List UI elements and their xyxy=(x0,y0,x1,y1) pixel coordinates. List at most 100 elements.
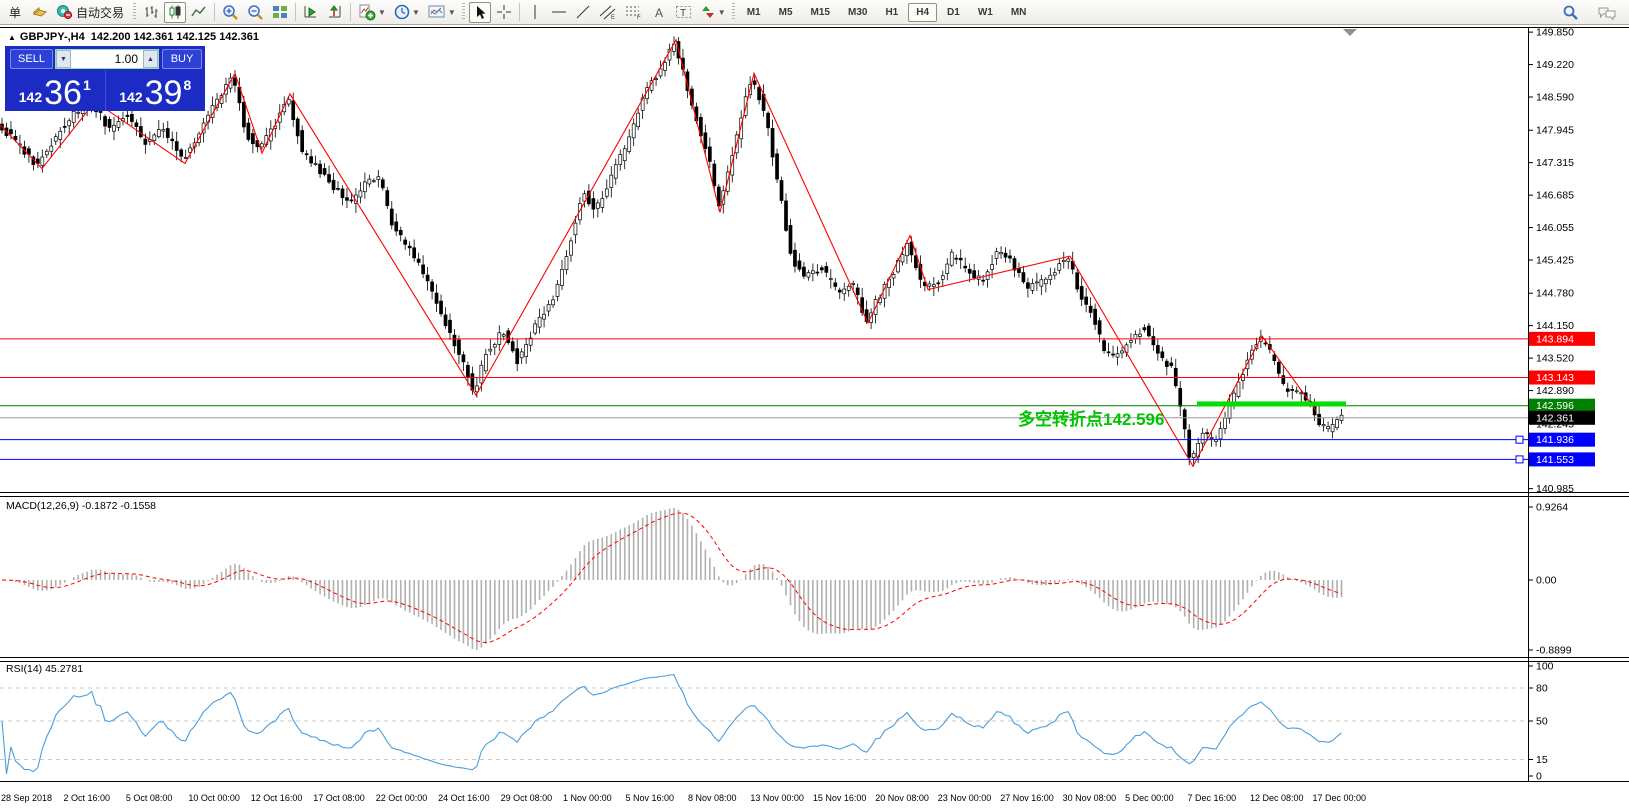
price-axis-label: 147.315 xyxy=(1536,157,1574,169)
time-axis-label: 8 Nov 08:00 xyxy=(687,793,737,803)
line-chart-button[interactable] xyxy=(188,2,210,23)
rsi-line xyxy=(1,674,1342,774)
macd-axis-label: 0.00 xyxy=(1536,575,1557,587)
zoom-out-button[interactable] xyxy=(244,2,267,23)
horizontal-line-button[interactable] xyxy=(548,2,570,23)
toolbar-grip xyxy=(461,3,465,21)
chart-shift-button[interactable] xyxy=(324,2,346,23)
price-axis-label: 148.590 xyxy=(1536,92,1574,104)
main-toolbar: 单 自动交易 ▼ ▼ ▼ E F A T ▼ M1 M5 M15 M30 H1 … xyxy=(0,0,1629,25)
price-badge-text: 143.894 xyxy=(1536,333,1574,345)
volume-input[interactable]: 1.00 xyxy=(71,50,143,68)
time-axis-label: 17 Oct 08:00 xyxy=(313,793,365,803)
svg-text:E: E xyxy=(611,15,615,20)
autotrading-label: 自动交易 xyxy=(76,5,125,20)
vertical-line-button[interactable] xyxy=(524,2,546,23)
time-axis-label: 13 Nov 00:00 xyxy=(750,793,804,803)
indicators-caret-icon: ▼ xyxy=(378,7,386,17)
trade-panel-prices: 142 36 1 142 39 8 xyxy=(5,70,205,111)
level-handle-141.553[interactable] xyxy=(1515,455,1524,464)
buy-button[interactable]: BUY xyxy=(162,49,202,69)
sell-price[interactable]: 142 36 1 xyxy=(5,70,106,111)
time-axis-label: 2 Oct 16:00 xyxy=(63,793,110,803)
sell-button[interactable]: SELL xyxy=(10,49,53,69)
time-axis-label: 10 Oct 00:00 xyxy=(188,793,240,803)
rsi-axis-label: 15 xyxy=(1536,754,1548,766)
macd-indicator-label: MACD(12,26,9) -0.1872 -0.1558 xyxy=(6,500,156,512)
candlestick-chart-button[interactable] xyxy=(164,1,187,23)
chart-shift-marker-icon[interactable] xyxy=(1343,29,1357,36)
rsi-axis-label: 50 xyxy=(1536,716,1548,728)
timeframe-w1-button[interactable]: W1 xyxy=(970,3,1001,22)
crosshair-button[interactable] xyxy=(493,2,515,23)
volume-increase-button[interactable]: ▲ xyxy=(143,50,158,68)
volume-decrease-button[interactable]: ▼ xyxy=(56,50,71,68)
cursor-button[interactable] xyxy=(468,1,491,23)
sell-price-big: 36 xyxy=(44,73,82,112)
fibonacci-button[interactable]: F xyxy=(622,2,646,23)
search-icon[interactable] xyxy=(1559,2,1582,23)
thick-green-trend-segment[interactable] xyxy=(1197,401,1346,407)
text-button[interactable]: A xyxy=(648,2,670,23)
price-axis[interactable]: 149.850 149.220 148.590 147.945 147.315 146.6… xyxy=(1528,27,1574,496)
chart-title-bar[interactable]: ▲ GBPJPY-,H4 142.200 142.361 142.125 142.3… xyxy=(8,31,259,43)
templates-button[interactable]: ▼ xyxy=(425,2,459,23)
toolbar-grip xyxy=(133,3,137,21)
timeframe-mn-button[interactable]: MN xyxy=(1003,3,1035,22)
toolbar-separator xyxy=(350,3,352,21)
buy-price[interactable]: 142 39 8 xyxy=(106,70,206,111)
arrows-button[interactable]: ▼ xyxy=(697,2,729,23)
indicators-button[interactable]: ▼ xyxy=(355,2,389,23)
timeframe-h1-button[interactable]: H1 xyxy=(877,3,906,22)
chat-icon[interactable] xyxy=(1594,2,1620,23)
time-axis-label: 28 Sep 2018 xyxy=(1,793,53,803)
price-axis-label: 144.150 xyxy=(1536,320,1574,332)
price-axis-label: 144.780 xyxy=(1536,288,1574,300)
price-axis-label: 143.520 xyxy=(1536,353,1574,365)
periods-caret-icon: ▼ xyxy=(411,7,420,17)
sell-price-pip: 1 xyxy=(82,77,91,93)
timeframe-m15-button[interactable]: M15 xyxy=(803,3,838,22)
toolbar-right-group xyxy=(1558,2,1621,23)
chart-canvas[interactable]: 149.850 149.220 148.590 147.945 147.315 146.6… xyxy=(0,0,1629,808)
timeframe-toolbar: M1 M5 M15 M30 H1 H4 D1 W1 MN xyxy=(738,2,1036,22)
price-axis-label: 145.425 xyxy=(1536,255,1574,267)
price-badge-text: 142.596 xyxy=(1536,400,1574,412)
time-axis-label: 12 Dec 08:00 xyxy=(1250,793,1304,803)
new-order-button[interactable]: 单 xyxy=(3,2,27,23)
mt4-window: 单 自动交易 ▼ ▼ ▼ E F A T ▼ M1 M5 M15 M30 H1 … xyxy=(0,0,1629,808)
gold-icon[interactable] xyxy=(29,2,51,23)
periods-button[interactable]: ▼ xyxy=(391,2,423,23)
price-badge-text: 143.143 xyxy=(1536,372,1574,384)
price-badge-text: 142.361 xyxy=(1536,412,1574,424)
time-axis-label: 22 Oct 00:00 xyxy=(375,793,428,803)
svg-text:T: T xyxy=(680,8,686,19)
autotrading-button[interactable]: 自动交易 xyxy=(53,2,130,23)
timeframe-m5-button[interactable]: M5 xyxy=(771,3,801,22)
bar-chart-button[interactable] xyxy=(140,2,162,23)
pivot-annotation-text[interactable]: 多空转折点142.596 xyxy=(1018,405,1164,430)
svg-text:F: F xyxy=(637,15,641,20)
timeframe-h4-button[interactable]: H4 xyxy=(908,2,938,22)
rsi-axis-label: 100 xyxy=(1536,661,1554,673)
time-axis-label: 1 Nov 00:00 xyxy=(563,793,612,803)
zoom-in-button[interactable] xyxy=(219,2,242,23)
equidistant-channel-button[interactable]: E xyxy=(596,2,620,23)
timeframe-m1-button[interactable]: M1 xyxy=(739,3,769,22)
time-axis-label: 29 Oct 08:00 xyxy=(500,793,553,803)
time-axis-label: 12 Oct 16:00 xyxy=(250,793,303,803)
new-order-label: 单 xyxy=(9,5,22,20)
time-axis-label: 27 Nov 16:00 xyxy=(1000,793,1054,803)
tile-windows-button[interactable] xyxy=(269,2,291,23)
collapse-arrow-icon[interactable]: ▲ xyxy=(8,33,16,42)
trendline-button[interactable] xyxy=(572,2,594,23)
time-axis-label: 23 Nov 00:00 xyxy=(937,793,992,803)
text-label-button[interactable]: T xyxy=(672,2,695,23)
timeframe-m30-button[interactable]: M30 xyxy=(840,3,875,22)
toolbar-separator xyxy=(518,3,520,21)
timeframe-d1-button[interactable]: D1 xyxy=(939,3,968,22)
auto-scroll-button[interactable] xyxy=(300,2,322,23)
level-handle-141.936[interactable] xyxy=(1515,435,1524,444)
arrows-caret-icon: ▼ xyxy=(717,7,726,17)
time-axis-label: 17 Dec 00:00 xyxy=(1312,793,1366,803)
